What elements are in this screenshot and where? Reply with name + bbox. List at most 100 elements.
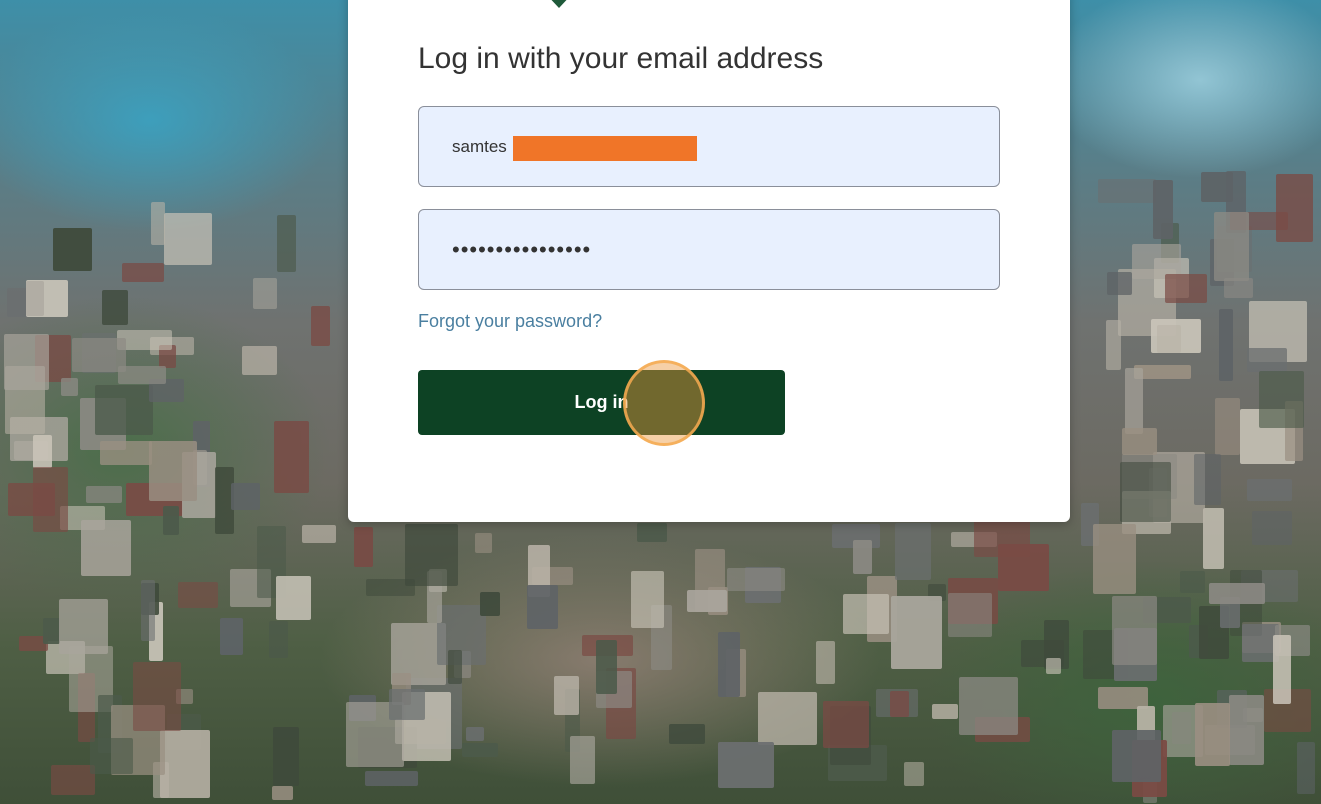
building-shape (596, 640, 617, 694)
password-field[interactable] (418, 209, 1000, 290)
building-shape (95, 385, 153, 435)
building-shape (102, 290, 128, 325)
building-shape (122, 263, 164, 282)
building-shape (59, 599, 108, 654)
building-shape (1112, 730, 1161, 782)
building-shape (570, 736, 595, 784)
building-shape (1297, 742, 1315, 794)
building-shape (891, 596, 942, 669)
building-shape (365, 771, 418, 786)
building-shape (61, 378, 78, 396)
building-shape (718, 632, 740, 697)
building-shape (274, 421, 309, 493)
building-shape (133, 662, 181, 731)
page-title: Log in with your email address (418, 42, 824, 75)
building-shape (1273, 635, 1291, 704)
email-field[interactable] (418, 106, 1000, 187)
building-shape (480, 592, 500, 616)
building-shape (141, 580, 155, 641)
building-shape (1122, 428, 1157, 455)
building-shape (53, 228, 92, 271)
building-shape (90, 738, 133, 774)
building-shape (100, 441, 152, 465)
building-shape (302, 525, 336, 543)
building-shape (631, 571, 664, 628)
building-shape (163, 506, 179, 535)
building-shape (151, 202, 165, 245)
building-shape (311, 306, 330, 346)
building-shape (4, 334, 49, 390)
building-shape (1247, 348, 1287, 372)
building-shape (895, 523, 931, 580)
building-shape (178, 582, 218, 608)
building-shape (1259, 371, 1304, 428)
building-shape (1276, 174, 1313, 242)
building-shape (86, 486, 122, 503)
building-shape (1209, 583, 1265, 604)
building-shape (1203, 508, 1224, 569)
building-shape (1229, 695, 1264, 765)
building-shape (1215, 398, 1240, 455)
login-button[interactable]: Log in (418, 370, 785, 435)
building-shape (1165, 274, 1207, 303)
building-shape (8, 483, 55, 516)
building-shape (727, 568, 785, 591)
building-shape (51, 765, 95, 795)
building-shape (354, 527, 373, 567)
building-shape (277, 215, 296, 272)
building-shape (1214, 212, 1249, 281)
building-shape (758, 692, 817, 745)
building-shape (253, 278, 277, 309)
building-shape (276, 576, 311, 620)
building-shape (669, 724, 705, 744)
building-shape (26, 281, 44, 316)
building-shape (389, 689, 425, 720)
building-shape (1106, 320, 1121, 370)
building-shape (1201, 172, 1233, 202)
building-shape (959, 677, 1018, 735)
building-shape (637, 523, 667, 542)
building-shape (823, 701, 869, 748)
building-shape (272, 786, 293, 800)
building-shape (890, 691, 909, 717)
building-shape (1153, 180, 1173, 239)
building-shape (1107, 272, 1132, 295)
redaction-bar (513, 136, 697, 161)
building-shape (1194, 454, 1221, 505)
building-shape (1247, 479, 1292, 501)
building-shape (1120, 462, 1171, 522)
building-shape (462, 743, 498, 757)
building-shape (475, 533, 492, 553)
building-shape (1157, 325, 1181, 353)
building-shape (554, 676, 579, 715)
building-shape (843, 594, 889, 634)
building-shape (687, 590, 727, 612)
building-shape (1180, 571, 1205, 593)
building-shape (1093, 524, 1136, 594)
building-shape (948, 593, 992, 637)
building-shape (231, 483, 260, 510)
building-shape (448, 650, 462, 684)
building-shape (269, 621, 288, 658)
building-shape (466, 727, 484, 741)
building-shape (33, 435, 52, 468)
login-page: Log in with your email address Forgot yo… (0, 0, 1321, 804)
building-shape (43, 618, 60, 644)
building-shape (81, 520, 131, 576)
building-shape (118, 366, 166, 384)
building-shape (164, 213, 212, 265)
building-shape (816, 641, 835, 684)
building-shape (932, 704, 958, 719)
building-shape (1224, 278, 1253, 298)
building-shape (718, 742, 774, 788)
building-shape (405, 524, 458, 586)
building-shape (1046, 658, 1061, 674)
building-shape (904, 762, 924, 786)
building-shape (527, 585, 558, 629)
forgot-password-link[interactable]: Forgot your password? (418, 311, 602, 332)
building-shape (273, 727, 299, 786)
building-shape (242, 346, 277, 375)
building-shape (853, 540, 872, 574)
building-shape (1112, 596, 1157, 665)
building-shape (1125, 368, 1143, 434)
